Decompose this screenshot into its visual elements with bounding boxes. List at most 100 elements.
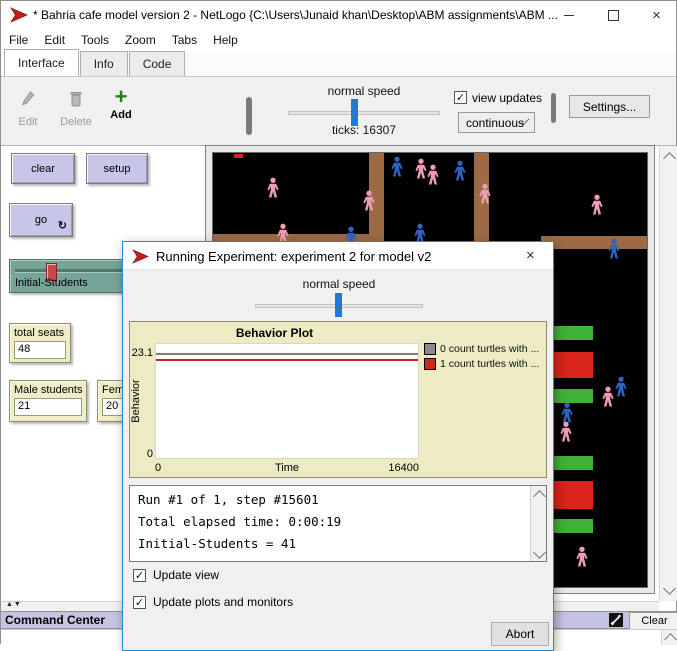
add-button[interactable]: + Add	[98, 88, 144, 121]
interface-scrollbar[interactable]	[659, 146, 677, 601]
abort-label: Abort	[506, 627, 535, 641]
update-mode-value: continuous	[466, 116, 524, 130]
clear-button[interactable]: clear	[11, 153, 75, 184]
delete-label: Delete	[53, 116, 99, 128]
update-plots-and-monitors-checkbox[interactable]: ✓ Update plots and monitors	[133, 595, 293, 609]
view-updates-checkbox[interactable]: ✓	[454, 91, 467, 104]
go-label: go	[35, 214, 47, 226]
person-turtle-blue	[614, 376, 628, 398]
run-output-lines: Run #1 of 1, step #15601Total elapsed ti…	[130, 486, 546, 555]
command-clear-button[interactable]: Clear	[629, 612, 677, 630]
monitor-value: 21	[14, 398, 82, 416]
settings-button[interactable]: Settings...	[569, 95, 650, 118]
person-turtle-blue	[453, 160, 467, 182]
setup-button[interactable]: setup	[86, 153, 148, 184]
output-scroll-down-icon[interactable]	[533, 546, 546, 559]
edit-button[interactable]: Edit	[5, 90, 51, 128]
dialog-speed-label: normal speed	[255, 277, 423, 291]
tabbar: InterfaceInfoCode	[1, 51, 676, 77]
menu-item-tabs[interactable]: Tabs	[164, 33, 205, 47]
output-line: Total elapsed time: 0:00:19	[130, 511, 546, 533]
update-mode-dropdown[interactable]: continuous	[458, 112, 535, 133]
scroll-up-icon[interactable]	[663, 152, 676, 165]
speed-label: normal speed	[288, 84, 440, 98]
command-scrollbar[interactable]	[661, 630, 677, 645]
output-scrollbar[interactable]	[530, 486, 546, 561]
close-button[interactable]: ×	[635, 1, 677, 29]
y-axis-min: 0	[130, 448, 153, 460]
experiment-dialog: Running Experiment: experiment 2 for mod…	[122, 241, 554, 651]
tab-code[interactable]: Code	[129, 51, 186, 76]
dialog-titlebar: Running Experiment: experiment 2 for mod…	[123, 242, 553, 270]
legend-item: 0 count turtles with ...	[424, 343, 539, 355]
dialog-close-icon[interactable]: ×	[526, 247, 535, 264]
toolbar: Edit Delete + Add abc Button normal spee…	[1, 77, 676, 146]
legend-swatch	[424, 343, 436, 355]
ticks-counter: ticks: 16307	[288, 123, 440, 137]
menu-item-file[interactable]: File	[1, 33, 36, 47]
monitor-value: 48	[14, 341, 66, 359]
delete-button[interactable]: Delete	[53, 90, 99, 128]
monitor-total-seats: total seats 48	[9, 323, 71, 363]
setup-label: setup	[104, 163, 131, 175]
turtle-mark	[234, 154, 243, 158]
edit-label: Edit	[5, 116, 51, 128]
netlogo-window: * Bahria cafe model version 2 - NetLogo …	[0, 0, 677, 644]
update-view-checkbox[interactable]: ✓ Update view	[133, 568, 219, 582]
plus-icon: +	[98, 88, 144, 106]
run-output[interactable]: Run #1 of 1, step #15601Total elapsed ti…	[129, 485, 547, 562]
minimize-icon	[564, 15, 574, 16]
menu-item-zoom[interactable]: Zoom	[117, 33, 164, 47]
output-scroll-up-icon[interactable]	[533, 490, 546, 503]
resize-icon[interactable]	[609, 613, 623, 627]
checkbox-label: Update plots and monitors	[153, 595, 293, 609]
wall	[541, 236, 647, 249]
minimize-button[interactable]	[547, 1, 591, 29]
splitter-arrows-icon[interactable]: ▲▼	[6, 601, 22, 608]
window-titlebar: * Bahria cafe model version 2 - NetLogo …	[1, 1, 676, 29]
go-button[interactable]: go↻	[9, 203, 73, 237]
close-icon: ×	[652, 8, 661, 23]
menubar: FileEditToolsZoomTabsHelp	[1, 29, 676, 51]
netlogo-logo-icon	[10, 7, 28, 23]
y-axis-label: Behavior	[130, 371, 142, 431]
trash-icon	[69, 90, 83, 108]
menu-item-help[interactable]: Help	[205, 33, 246, 47]
slider-label: Initial-Students	[15, 277, 88, 289]
window-title: * Bahria cafe model version 2 - NetLogo …	[33, 8, 558, 22]
abort-button[interactable]: Abort	[491, 622, 549, 646]
speed-slider-track[interactable]	[288, 111, 440, 115]
checkbox-icon[interactable]: ✓	[133, 596, 146, 609]
speed-slider-thumb[interactable]	[351, 99, 358, 126]
output-line: Run #1 of 1, step #15601	[130, 489, 546, 511]
tab-interface[interactable]: Interface	[4, 49, 79, 76]
menu-item-tools[interactable]: Tools	[73, 33, 117, 47]
toolbar-separator	[246, 97, 252, 135]
menu-item-edit[interactable]: Edit	[36, 33, 73, 47]
dialog-speed-slider-thumb[interactable]	[335, 293, 342, 317]
person-turtle-blue	[607, 238, 621, 260]
tab-info[interactable]: Info	[80, 51, 128, 76]
maximize-button[interactable]	[591, 1, 635, 29]
checkbox-icon[interactable]: ✓	[133, 569, 146, 582]
pencil-icon	[20, 90, 36, 108]
person-turtle-pink	[426, 164, 440, 186]
person-turtle-pink	[478, 183, 492, 205]
monitor-label: total seats	[14, 327, 66, 339]
legend-swatch	[424, 358, 436, 370]
plot-area	[155, 343, 419, 459]
clear-label: clear	[31, 163, 55, 175]
monitor-label: Male students	[14, 384, 82, 396]
x-axis-max: 16400	[155, 462, 419, 474]
person-turtle-pink	[601, 386, 615, 408]
view-updates-label: view updates	[472, 91, 542, 105]
person-turtle-pink	[266, 177, 280, 199]
person-turtle-blue	[390, 156, 404, 178]
dialog-logo-icon	[132, 249, 149, 264]
monitor-male-students: Male students 21	[9, 380, 87, 422]
dialog-title: Running Experiment: experiment 2 for mod…	[156, 249, 431, 264]
y-axis-max: 23.1	[130, 347, 153, 359]
person-turtle-pink	[590, 194, 604, 216]
scroll-down-icon[interactable]	[663, 582, 676, 595]
plot-series-red	[156, 359, 418, 361]
